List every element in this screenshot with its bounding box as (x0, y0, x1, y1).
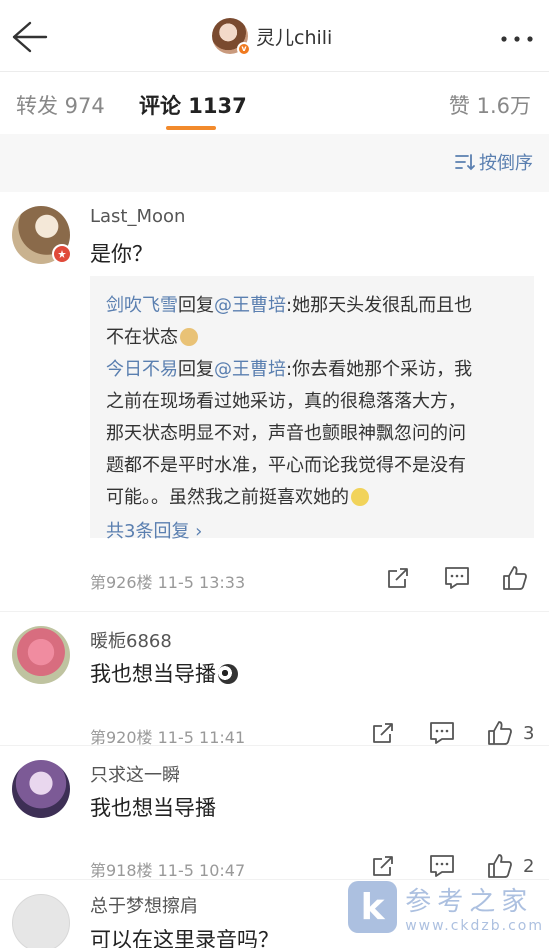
like-button[interactable] (502, 565, 528, 591)
avatar[interactable] (12, 206, 72, 264)
watermark-url: www.ckdzb.com (405, 917, 544, 934)
tab-likes[interactable]: 赞 1.6万 (449, 90, 531, 120)
panda-emoji-icon (218, 664, 238, 684)
avatar[interactable] (12, 894, 70, 948)
comment-icon (430, 722, 454, 744)
sort-bar: 按倒序 (0, 134, 549, 192)
comment-text-row: 我也想当导播 (90, 658, 238, 688)
reply-text: :她那天头发很乱而且也 (286, 295, 473, 316)
arrow-left-icon[interactable] (8, 20, 48, 54)
watermark-logo: k (348, 881, 398, 933)
share-icon (373, 856, 393, 876)
avatar: v (212, 18, 251, 56)
sort-label: 按倒序 (479, 153, 533, 174)
reply-text-line: 可能。。虽然我之前挺喜欢她的 (106, 482, 518, 514)
comment-icon (445, 567, 469, 589)
reply-mention[interactable]: @王曹培 (214, 295, 286, 316)
reply-item: 今日不易回复@王曹培:你去看她那个采访，我 (106, 354, 518, 386)
comment-meta: 第926楼 11-5 13:33 (90, 573, 246, 592)
doge-emoji-icon (180, 328, 198, 346)
reply-author[interactable]: 剑吹飞雪 (106, 295, 178, 316)
reply-item: 剑吹飞雪回复@王曹培:她那天头发很乱而且也 (106, 290, 518, 322)
comment-item: 暖栀6868 我也想当导播 第920楼 11-5 11:41 3 (0, 612, 549, 747)
comment-username[interactable]: 暖栀6868 (90, 627, 172, 653)
verified-badge-icon: v (237, 42, 251, 56)
reply-author[interactable]: 今日不易 (106, 359, 178, 380)
reply-text-line: 题都不是平时水准，平心而论我觉得不是没有 (106, 455, 466, 476)
reply-button[interactable] (429, 854, 455, 878)
sort-button[interactable]: 按倒序 (455, 149, 533, 175)
like-count: 3 (523, 722, 535, 744)
comment-username[interactable]: 只求这一瞬 (90, 761, 180, 787)
thumbs-up-icon (488, 721, 512, 745)
share-icon (373, 723, 393, 743)
avatar[interactable] (12, 626, 70, 684)
comment-item: Last_Moon 是你？ 剑吹飞雪回复@王曹培:她那天头发很乱而且也 不在状态… (0, 192, 549, 612)
more-dots-icon[interactable] (499, 30, 535, 42)
reply-text: 可能。。虽然我之前挺喜欢她的 (106, 487, 349, 508)
tab-reposts[interactable]: 转发 974 (16, 90, 105, 120)
comment-item: 只求这一瞬 我也想当导播 第918楼 11-5 10:47 2 (0, 746, 549, 880)
share-button[interactable] (386, 566, 410, 590)
like-count: 2 (523, 855, 535, 877)
reply-mention[interactable]: @王曹培 (214, 359, 286, 380)
watermark-title: 参考之家 (405, 886, 534, 917)
reply-verb: 回复 (178, 359, 214, 380)
comment-username[interactable]: Last_Moon (90, 206, 185, 227)
avatar[interactable] (12, 760, 70, 818)
comment-list: Last_Moon 是你？ 剑吹飞雪回复@王曹培:她那天头发很乱而且也 不在状态… (0, 192, 549, 948)
top-bar: v 灵儿chili (0, 0, 549, 72)
reply-verb: 回复 (178, 295, 214, 316)
watermark: k 参考之家 www.ckdzb.com (348, 876, 544, 938)
comment-text: 是你？ (90, 242, 153, 266)
meh-emoji-icon (351, 488, 369, 506)
active-tab-indicator (166, 126, 216, 130)
comment-meta: 第918楼 11-5 10:47 (90, 861, 246, 880)
thumbs-up-icon (503, 566, 527, 590)
comment-icon (430, 855, 454, 877)
share-button[interactable] (371, 854, 395, 878)
reply-text-line: 不在状态 (106, 322, 518, 354)
reply-box[interactable]: 剑吹飞雪回复@王曹培:她那天头发很乱而且也 不在状态 今日不易回复@王曹培:你去… (90, 276, 534, 542)
comment-username[interactable]: 总于梦想擦肩 (90, 892, 198, 918)
watermark-text: 参考之家 www.ckdzb.com (405, 881, 544, 934)
reply-text: :你去看她那个采访，我 (286, 359, 473, 380)
tab-bar: 转发 974 评论 1137 赞 1.6万 (0, 72, 549, 134)
comment-text: 可以在这里录音吗？ (90, 928, 279, 948)
more-replies-link[interactable]: 共3条回复 › (106, 516, 518, 548)
comment-text: 我也想当导播 (90, 796, 216, 820)
share-button[interactable] (371, 721, 395, 745)
sort-icon (455, 154, 475, 171)
comment-meta: 第920楼 11-5 11:41 (90, 728, 246, 747)
profile-header[interactable]: v 灵儿chili (212, 16, 332, 56)
share-icon (388, 568, 408, 588)
like-button[interactable]: 3 (487, 720, 534, 746)
reply-text: 不在状态 (106, 327, 178, 348)
tab-comments[interactable]: 评论 1137 (139, 90, 247, 120)
reply-text-line: 之前在现场看过她采访，真的很稳落落大方， (106, 391, 466, 412)
reply-text-line: 那天状态明显不对，声音也颤眼神飘忽问的问 (106, 423, 466, 444)
profile-name: 灵儿chili (256, 26, 333, 49)
reply-button[interactable] (429, 721, 455, 745)
reply-button[interactable] (444, 566, 470, 590)
comment-text: 我也想当导播 (90, 662, 216, 686)
badge-icon (52, 244, 72, 264)
